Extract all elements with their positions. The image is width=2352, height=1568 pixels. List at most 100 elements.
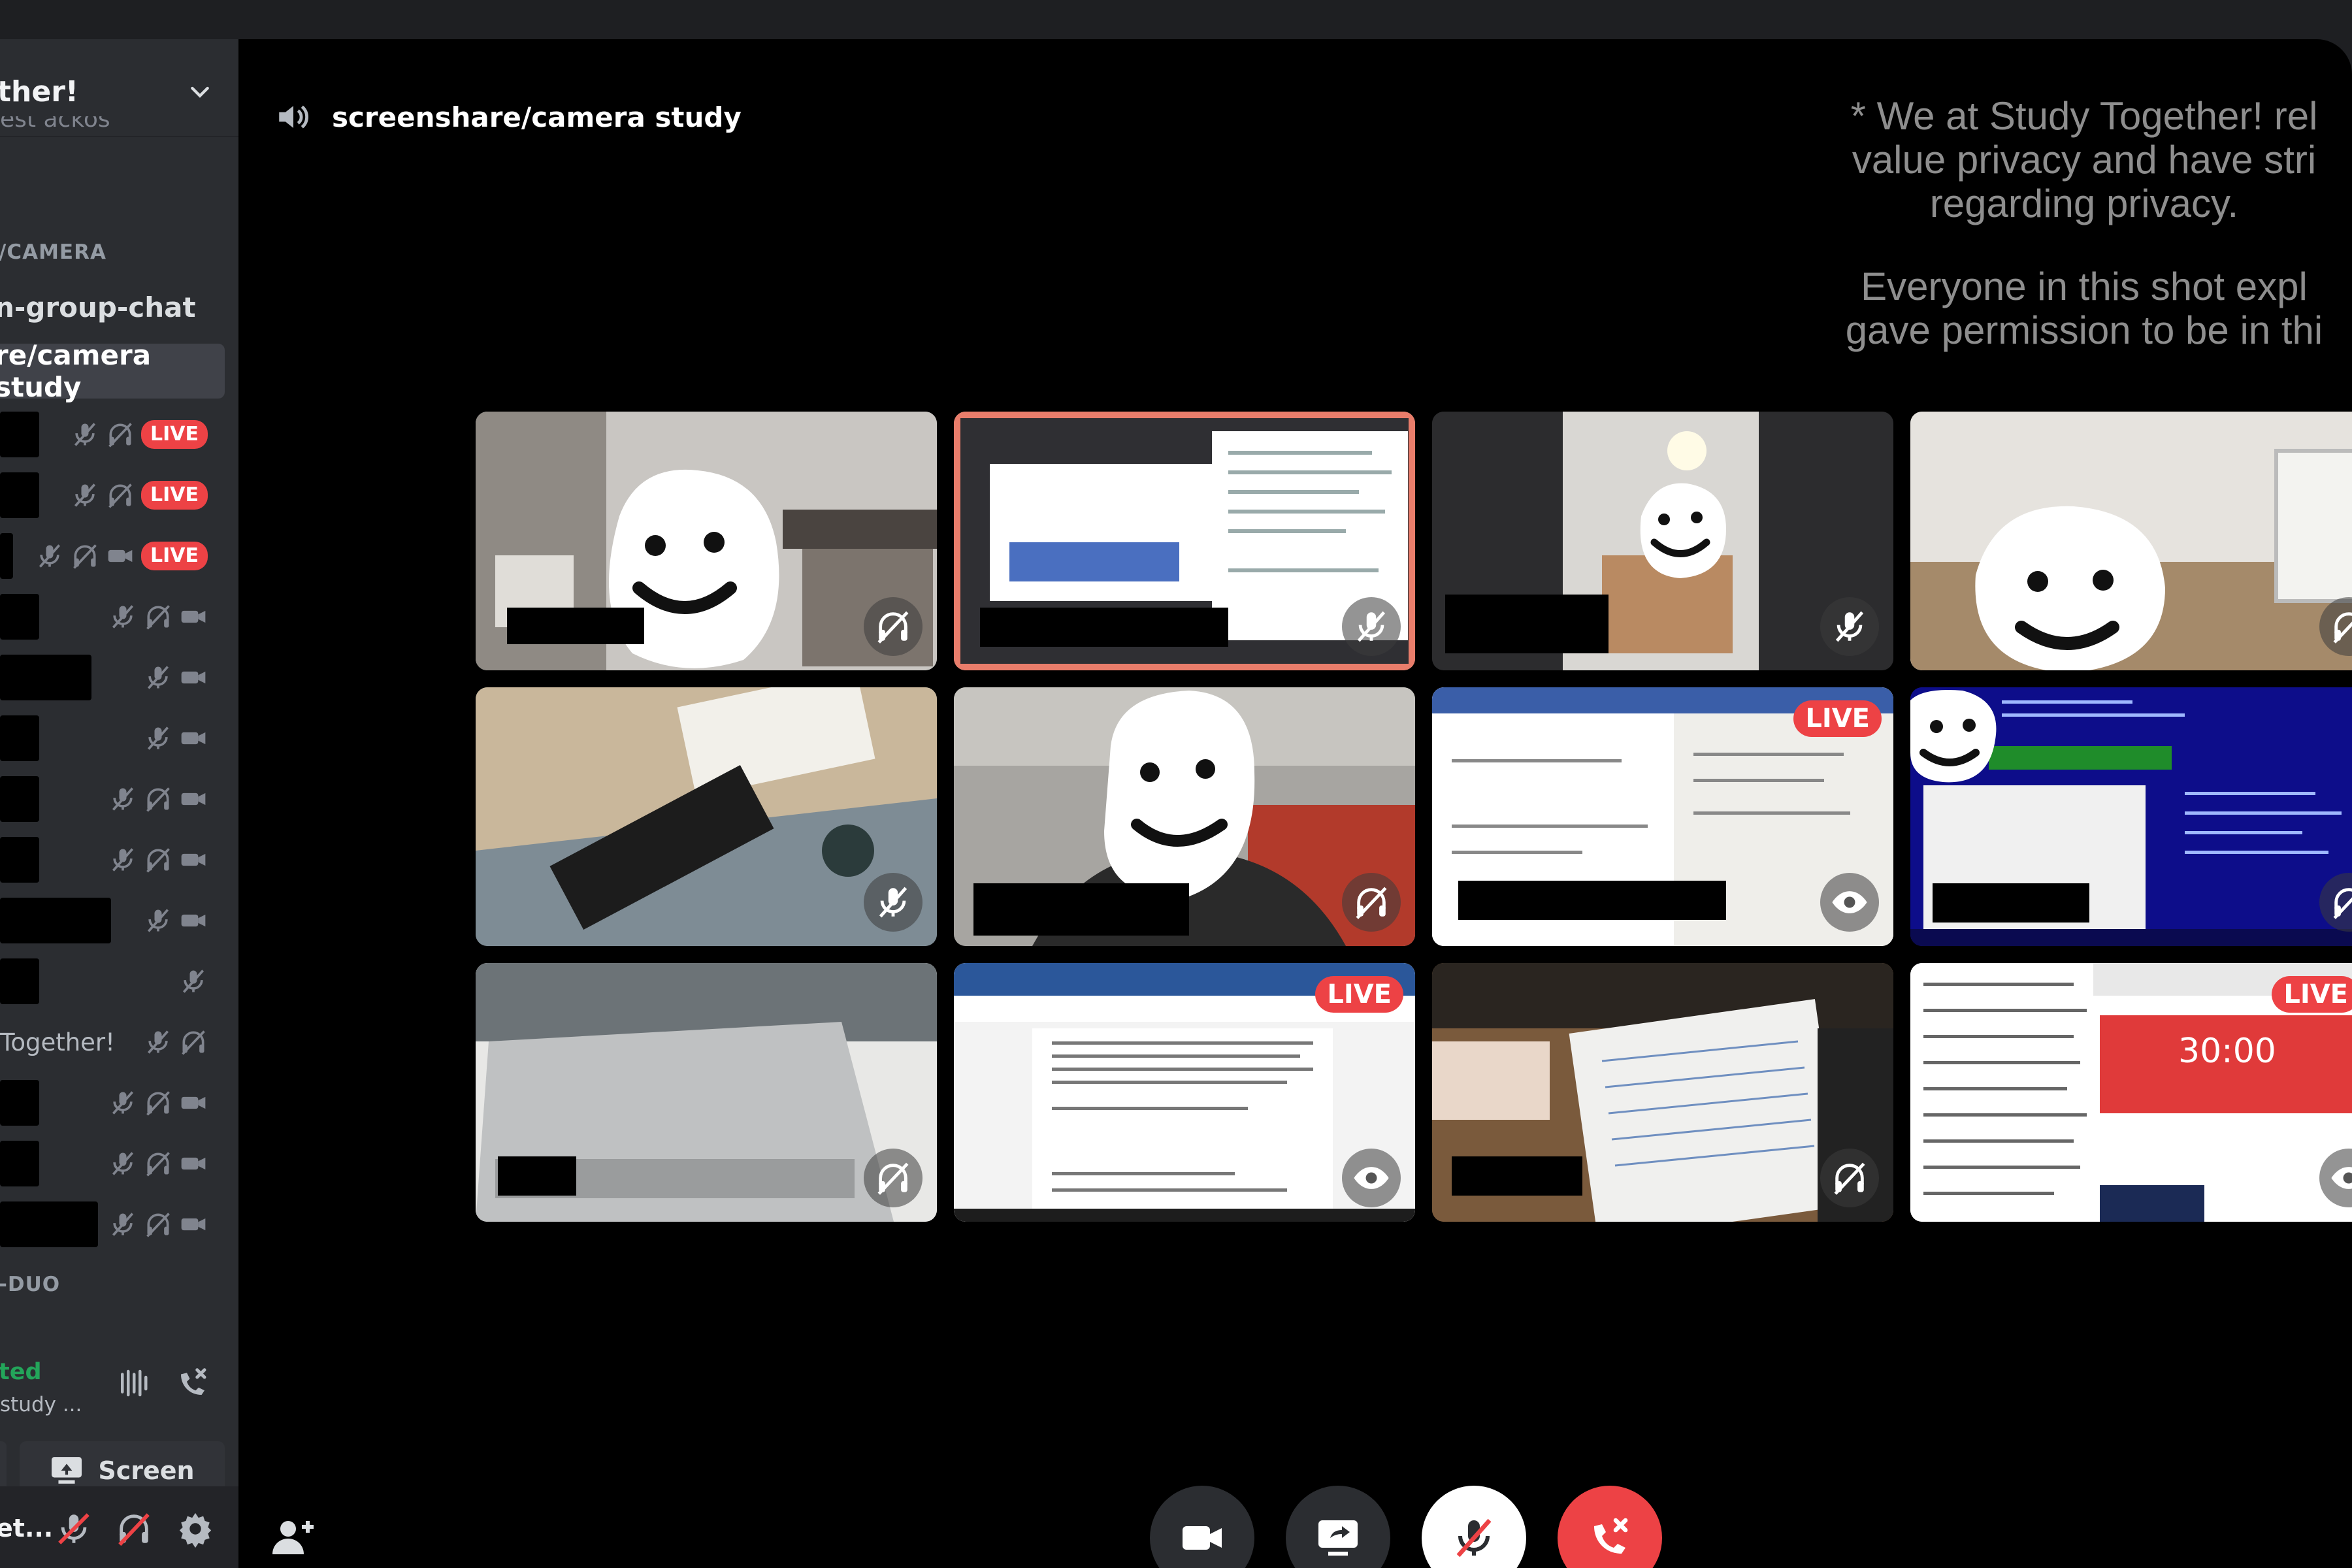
voice-user-row[interactable] — [0, 1077, 222, 1129]
voice-user-status-icons — [108, 845, 208, 874]
voice-user-row[interactable]: Together! — [0, 1016, 222, 1068]
username-redaction — [0, 594, 39, 640]
voice-user-row[interactable] — [0, 834, 222, 886]
deafen-icon — [108, 483, 132, 508]
channel-header: screenshare/camera study — [274, 98, 742, 136]
live-badge: LIVE — [1315, 976, 1403, 1013]
mute-icon — [1835, 611, 1864, 642]
app-window: ther! est ackos /CAMERA n-group-chat re/… — [0, 39, 2352, 1568]
camera-icon — [181, 792, 206, 806]
voice-user-status-icons: LIVE — [35, 542, 208, 570]
voice-user-row[interactable]: LIVE — [0, 469, 222, 521]
username[interactable]: et... — [0, 1514, 53, 1543]
settings-gear-icon[interactable] — [176, 1510, 214, 1548]
voice-user-status-icons — [108, 1149, 208, 1178]
username-redaction — [0, 1201, 98, 1247]
video-tile[interactable] — [1432, 412, 1893, 670]
speaker-icon — [279, 105, 309, 129]
eye-icon — [1354, 1167, 1389, 1189]
voice-user-row[interactable]: LIVE — [0, 408, 222, 461]
voice-user-row[interactable] — [0, 1137, 222, 1190]
invite-user-icon[interactable] — [270, 1513, 318, 1560]
deafen-icon — [2333, 888, 2352, 919]
tile-status-indicator — [864, 873, 923, 932]
tile-status-indicator[interactable] — [1342, 1149, 1401, 1207]
server-header[interactable]: ther! — [0, 65, 233, 118]
smiley-face-overlay — [1640, 483, 1726, 578]
username-redaction — [0, 898, 111, 943]
video-tile[interactable] — [1432, 963, 1893, 1222]
channel-sidebar: ther! est ackos /CAMERA n-group-chat re/… — [0, 39, 238, 1568]
notice-line: regarding privacy. — [1929, 182, 2239, 225]
camera-button[interactable] — [1150, 1486, 1254, 1568]
eye-icon — [2331, 1167, 2352, 1189]
voice-user-row[interactable] — [0, 773, 222, 825]
deafen-icon — [146, 605, 170, 630]
camera-icon — [181, 732, 206, 745]
voice-channel-name[interactable]: study ... — [0, 1393, 82, 1416]
voice-user-name: Together! — [0, 1028, 115, 1056]
live-badge: LIVE — [2272, 976, 2352, 1013]
tile-status-indicator — [1820, 597, 1879, 656]
mute-button[interactable] — [1422, 1486, 1526, 1568]
category-camera[interactable]: /CAMERA — [0, 240, 106, 264]
video-tile[interactable] — [476, 412, 937, 670]
voice-user-row[interactable]: LIVE — [0, 530, 222, 582]
video-tile[interactable]: 30:00 LIVE — [1910, 963, 2352, 1222]
deafen-icon — [146, 848, 170, 873]
camera-icon — [181, 671, 206, 684]
voice-user-row[interactable] — [0, 651, 222, 704]
camera-icon — [108, 549, 133, 563]
voice-user-row[interactable] — [0, 712, 222, 764]
video-tile[interactable] — [1910, 412, 2352, 670]
username-redaction — [0, 715, 39, 761]
tile-status-indicator[interactable] — [1820, 873, 1879, 932]
mute-icon — [147, 666, 169, 689]
video-tile[interactable]: LIVE — [954, 963, 1415, 1222]
username-redaction — [0, 533, 13, 579]
disconnect-button[interactable] — [1558, 1486, 1662, 1568]
disconnect-icon[interactable] — [175, 1365, 210, 1401]
voice-user-row[interactable] — [0, 591, 222, 643]
channel-label: n-group-chat — [0, 291, 196, 323]
mic-muted-icon — [1456, 1518, 1492, 1558]
name-redaction — [1458, 881, 1726, 920]
live-badge: LIVE — [141, 542, 208, 570]
mute-icon — [39, 544, 61, 568]
voice-user-row[interactable] — [0, 955, 222, 1007]
category-duo[interactable]: -DUO — [0, 1273, 60, 1296]
video-tile[interactable]: LIVE — [1432, 687, 1893, 946]
username-redaction — [0, 1141, 39, 1186]
voice-user-status-icons — [108, 1088, 208, 1117]
video-tile[interactable] — [476, 687, 937, 946]
video-tile[interactable] — [476, 963, 937, 1222]
username-redaction — [0, 1080, 39, 1126]
noise-suppression-icon[interactable] — [115, 1365, 150, 1401]
tile-status-indicator — [864, 1149, 923, 1207]
live-badge: LIVE — [1793, 700, 1882, 737]
video-tile[interactable] — [954, 412, 1415, 670]
deafen-icon — [146, 1091, 170, 1116]
voice-status[interactable]: ted — [0, 1359, 42, 1385]
screenshare-button[interactable] — [1286, 1486, 1390, 1568]
video-tile[interactable] — [954, 687, 1415, 946]
deafen-icon — [1356, 887, 1387, 919]
camera-icon — [181, 1218, 206, 1231]
name-redaction — [1933, 883, 2089, 923]
smiley-face-overlay — [1910, 690, 1997, 783]
channel-group-chat[interactable]: n-group-chat — [0, 280, 225, 335]
screen-label: Screen — [98, 1456, 195, 1485]
mute-icon — [112, 787, 134, 811]
tile-status-indicator — [1342, 597, 1401, 656]
chevron-down-icon[interactable] — [187, 78, 213, 105]
mic-muted-icon[interactable] — [55, 1510, 93, 1548]
user-panel: et... — [0, 1486, 238, 1568]
voice-user-status-icons — [108, 785, 208, 813]
mute-icon — [112, 1213, 134, 1236]
video-tile[interactable] — [1910, 687, 2352, 946]
channel-camera-study[interactable]: re/camera study — [0, 339, 225, 403]
voice-user-row[interactable] — [0, 1198, 222, 1250]
camera-icon — [181, 1096, 206, 1109]
voice-user-row[interactable] — [0, 894, 222, 947]
headset-deafened-icon[interactable] — [115, 1510, 153, 1548]
